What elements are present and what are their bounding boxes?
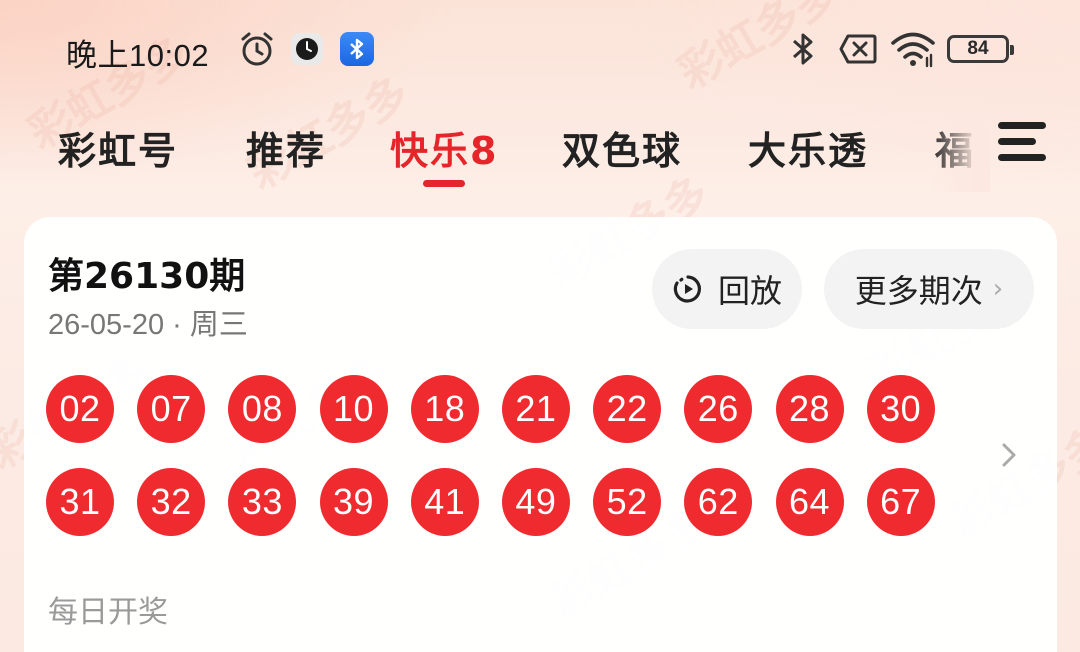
number-ball: 41 xyxy=(410,468,479,536)
number-ball: 28 xyxy=(775,375,844,443)
number-ball: 10 xyxy=(319,375,388,443)
number-ball: 26 xyxy=(684,375,753,443)
number-ball: 32 xyxy=(137,468,206,536)
tab-kuaile8[interactable]: 快乐8 xyxy=(390,120,498,175)
number-ball: 08 xyxy=(228,375,297,443)
replay-button[interactable]: 回放 xyxy=(652,249,802,329)
replay-label: 回放 xyxy=(717,272,782,310)
tab-caihonghao[interactable]: 彩虹号 xyxy=(58,120,178,175)
replay-icon xyxy=(673,275,701,303)
number-ball: 33 xyxy=(228,468,297,536)
bluetooth-app-icon xyxy=(340,32,374,66)
numbers-row-2: 31 32 33 39 41 49 52 62 64 67 xyxy=(46,468,946,536)
number-ball: 49 xyxy=(501,468,570,536)
draw-schedule: 每日开奖 xyxy=(48,595,168,630)
status-time: 晚上10:02 xyxy=(66,38,210,73)
alarm-icon xyxy=(241,32,273,66)
tab-daletou[interactable]: 大乐透 xyxy=(748,120,868,175)
chevron-right-icon[interactable] xyxy=(996,435,1022,475)
more-issues-label: 更多期次 xyxy=(854,272,983,310)
number-ball: 21 xyxy=(501,375,570,443)
no-sim-icon xyxy=(839,34,877,64)
chevron-right-icon: › xyxy=(992,274,1004,304)
number-ball: 18 xyxy=(410,375,479,443)
number-ball: 31 xyxy=(46,468,114,536)
numbers-row-1: 02 07 08 10 18 21 22 26 28 30 xyxy=(46,375,946,443)
number-ball: 30 xyxy=(866,375,935,443)
number-ball: 22 xyxy=(593,375,662,443)
active-tab-indicator xyxy=(423,180,465,187)
category-tabs: 彩虹号 推荐 快乐8 双色球 大乐透 福 xyxy=(0,112,980,192)
more-issues-button[interactable]: 更多期次 › xyxy=(824,249,1034,329)
tab-fade xyxy=(930,112,990,192)
number-ball: 62 xyxy=(684,468,753,536)
bluetooth-icon xyxy=(793,33,813,65)
number-ball: 67 xyxy=(866,468,935,536)
draw-result-card[interactable]: 第26130期 26-05-20 · 周三 回放 更多期次 › 02 07 08… xyxy=(24,217,1057,652)
menu-icon[interactable] xyxy=(998,120,1048,164)
status-bar: 晚上10:02 84 xyxy=(0,0,1080,100)
battery-icon: 84 xyxy=(947,35,1014,63)
number-ball: 02 xyxy=(46,375,114,443)
tab-recommend[interactable]: 推荐 xyxy=(246,120,326,175)
battery-level: 84 xyxy=(967,38,989,59)
issue-title: 第26130期 xyxy=(48,256,246,297)
wifi-icon xyxy=(891,32,935,68)
number-ball: 07 xyxy=(137,375,206,443)
winning-numbers: 02 07 08 10 18 21 22 26 28 30 31 32 33 3… xyxy=(46,375,946,561)
number-ball: 39 xyxy=(319,468,388,536)
clock-app-icon xyxy=(291,33,323,65)
issue-date: 26-05-20 · 周三 xyxy=(48,309,248,341)
tab-shuangseqiu[interactable]: 双色球 xyxy=(562,120,682,175)
number-ball: 64 xyxy=(775,468,844,536)
number-ball: 52 xyxy=(593,468,662,536)
